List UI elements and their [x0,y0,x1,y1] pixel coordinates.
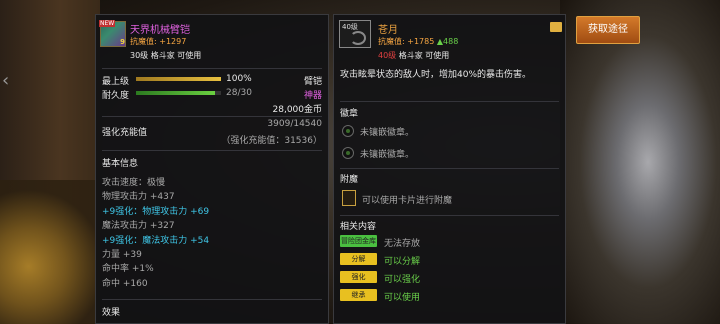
related-tag: 冒险团金库 [340,235,377,247]
divider [102,68,322,69]
divider [340,168,559,169]
stat-line: 攻击速度：极慢 [102,178,166,188]
item-description: 攻击眩晕状态的敌人时，增加40%的暴击伤害。 [340,70,532,80]
get-source-button[interactable]: 获取途径 [576,16,640,44]
related-text: 可以强化 [384,275,421,285]
slot-type: 臂铠 [303,77,322,87]
resistance-row: 抗魔值: +1297 [130,36,186,47]
card-slot-icon[interactable] [342,190,356,206]
requirement-text: 格斗家 可使用 [398,51,450,60]
emblem-slot-icon[interactable] [342,147,354,159]
background-gold-pile [0,180,95,324]
crescent-blade-icon [350,31,366,45]
stat-line: +9强化：物理攻击力 +69 [102,206,210,217]
resistance-label: 抗魔值: [130,37,157,46]
enchant-title: 附魔 [340,175,359,185]
basic-info-title: 基本信息 [102,159,139,169]
requirement-text: 30级 格斗家 可使用 [130,51,202,60]
emblem-slot-icon[interactable] [342,125,354,137]
stat-line: 物理攻击力 +437 [102,192,175,203]
rarity-text: 神器 [303,91,322,101]
resistance-value: +1785 [407,37,435,46]
chevron-left-icon[interactable]: ‹ [2,70,10,96]
related-text: 无法存放 [384,239,421,249]
amp-label: 强化充能值 [102,128,148,138]
share-icon[interactable] [550,22,562,32]
item-name: 天界机械臂铠 [130,25,190,36]
durability-bar [136,91,221,95]
requirement-row: 40级 格斗家 可使用 [378,50,449,61]
amp-value: 3909/14540 [267,119,322,129]
emblem-slot-text: 未镶嵌徽章。 [360,128,415,138]
related-tag: 强化 [340,271,377,283]
durability-value: 28/30 [226,88,252,98]
related-tag: 分解 [340,253,377,265]
amp-bonus: （强化充能值：31536） [221,136,322,146]
background-character-art [560,0,720,324]
stat-line: 魔法攻击力 +327 [102,221,175,232]
item-level-badge: 9 [120,38,125,46]
stat-line: +9强化：魔法攻击力 +54 [102,235,210,246]
durability-bar-fill [136,91,216,95]
durability-label: 耐久度 [102,91,130,101]
resistance-label: 抗魔值: [378,37,405,46]
enchant-text: 可以使用卡片进行附魔 [362,196,453,206]
related-text: 可以分解 [384,257,421,267]
divider [340,101,559,102]
divider [340,215,559,216]
stat-line: 命中率 +1% [102,264,154,275]
emblem-slot-text: 未镶嵌徽章。 [360,150,415,160]
stat-line: 命中 +160 [102,278,148,289]
divider [102,116,322,117]
equipped-item-panel: NEW 9 天界机械臂铠 抗魔值: +1297 30级 格斗家 可使用 最上级 … [95,14,329,324]
upgrade-label: 最上级 [102,77,130,87]
item-icon: NEW 9 [99,20,126,47]
upgrade-bar [136,77,221,81]
item-icon: 40级 [339,20,371,48]
emblem-title: 徽章 [340,109,359,119]
divider [102,150,322,151]
related-text: 可以使用 [384,293,421,303]
requirement-level: 40级 [378,51,397,60]
resistance-delta: ▲488 [436,37,459,46]
upgrade-bar-fill [136,77,221,81]
resistance-row: 抗魔值: +1785 ▲488 [378,36,458,47]
divider [102,299,322,300]
compare-item-panel: 40级 苍月 抗魔值: +1785 ▲488 40级 格斗家 可使用 攻击眩晕状… [333,14,566,324]
item-name: 苍月 [378,25,398,36]
new-badge: NEW [99,20,116,27]
related-title: 相关内容 [340,222,377,232]
stat-line: 力量 +39 [102,250,142,260]
resistance-value: +1297 [159,37,187,46]
upgrade-value: 100% [226,74,252,84]
related-tag: 继承 [340,289,377,301]
effect-title: 效果 [102,308,121,318]
price-text: 28,000金币 [272,105,323,115]
